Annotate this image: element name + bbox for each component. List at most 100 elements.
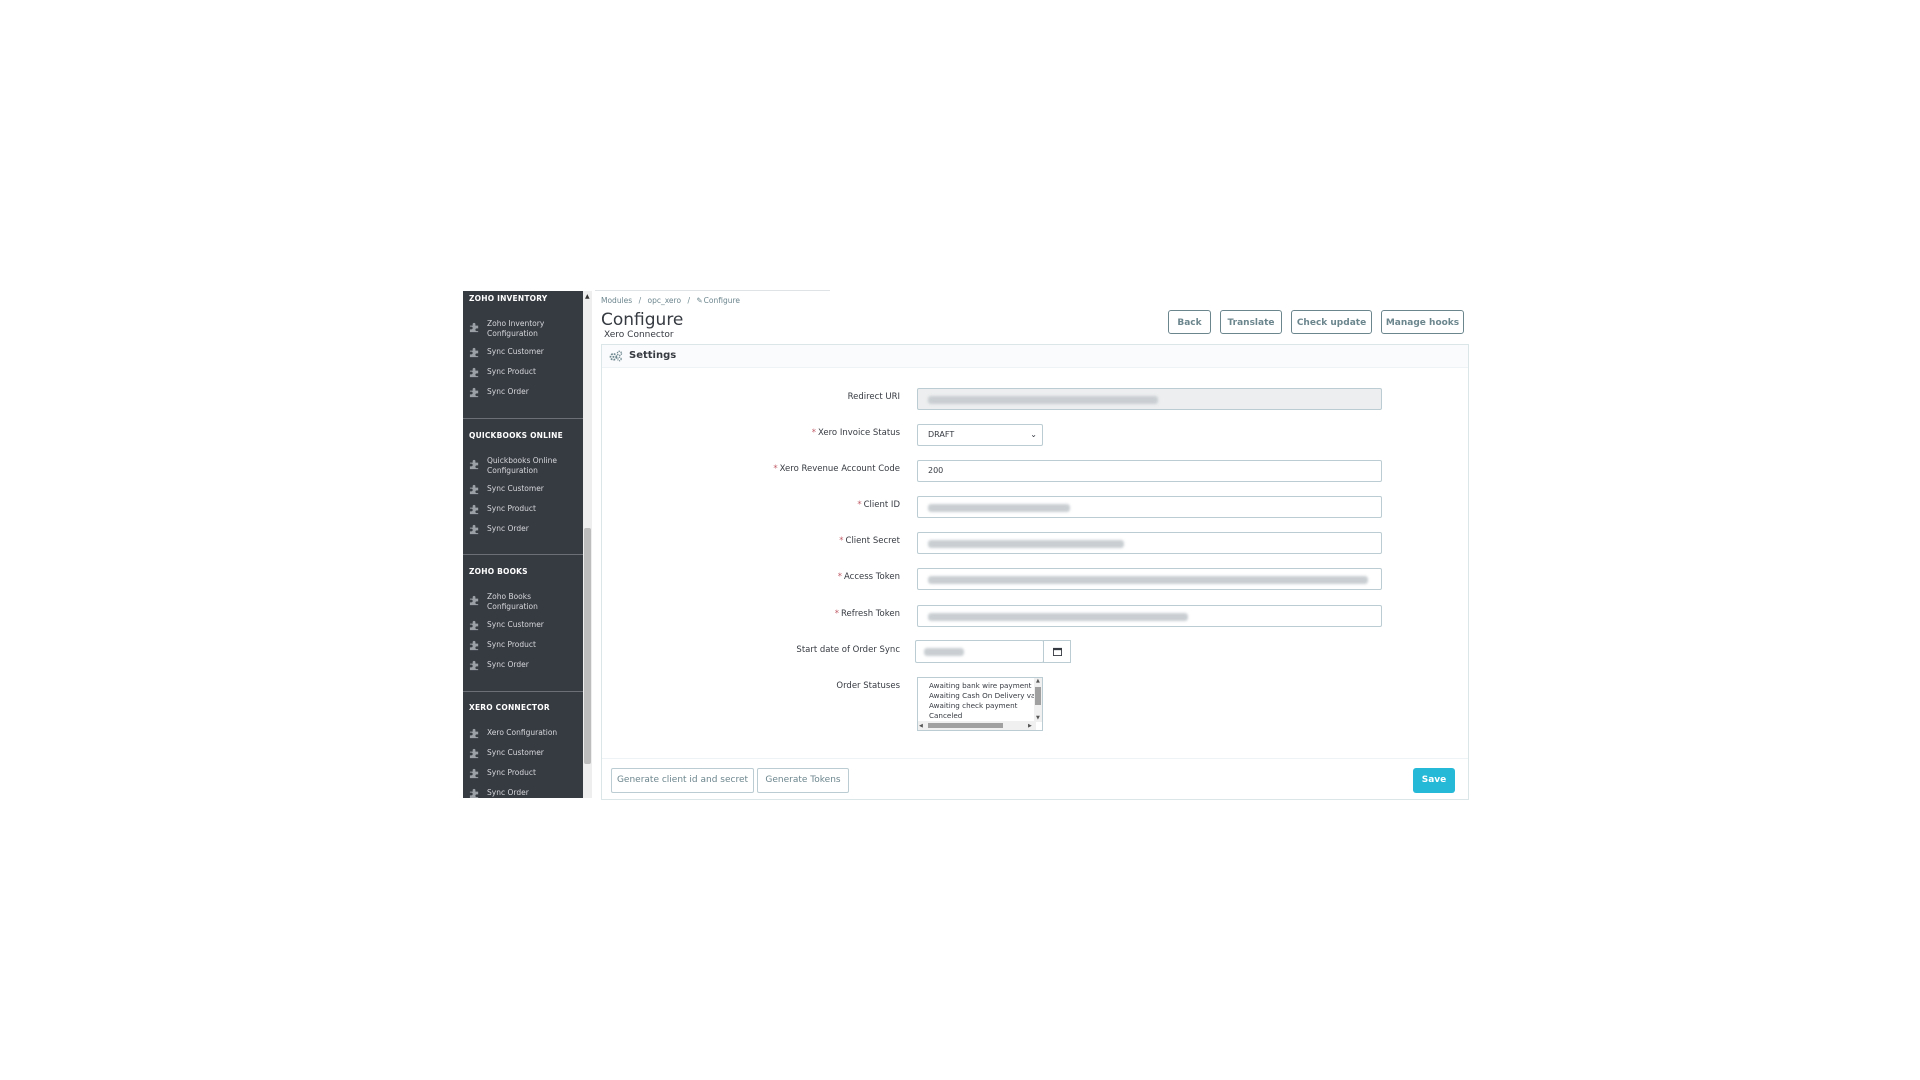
sidebar-item-sync-product[interactable]: Sync Product	[463, 367, 583, 387]
calendar-button[interactable]	[1043, 640, 1071, 663]
breadcrumb-separator: /	[638, 296, 642, 305]
scroll-down-icon[interactable]: ▼	[1036, 715, 1040, 721]
sidebar-item-label: Sync Order	[487, 387, 529, 396]
save-button[interactable]: Save	[1413, 768, 1455, 793]
refresh-token-label: * Refresh Token	[700, 609, 900, 619]
sidebar-item-quickbooks-online-configuration[interactable]: Quickbooks Online Configuration	[463, 456, 583, 476]
required-mark: *	[773, 464, 778, 474]
sidebar-section-title: XERO CONNECTOR	[469, 703, 550, 712]
refresh-token-input[interactable]	[917, 605, 1382, 627]
sidebar-item-sync-product[interactable]: Sync Product	[463, 768, 583, 788]
sidebar-item-zoho-inventory-configuration[interactable]: Zoho Inventory Configuration	[463, 319, 583, 339]
panel-header: Settings	[602, 345, 1468, 368]
sidebar-item-sync-customer[interactable]: Sync Customer	[463, 347, 583, 367]
puzzle-icon	[469, 788, 479, 798]
label-text: Client ID	[863, 500, 900, 510]
chevron-down-icon: ⌄	[1030, 430, 1037, 439]
sidebar-item-sync-order[interactable]: Sync Order	[463, 788, 583, 798]
sidebar-item-label: Zoho Books Configuration	[487, 592, 538, 611]
puzzle-icon	[469, 347, 479, 358]
sidebar-item-label: Sync Customer	[487, 748, 544, 757]
access-token-label: * Access Token	[700, 572, 900, 582]
sidebar-item-sync-order[interactable]: Sync Order	[463, 660, 583, 680]
sidebar-divider	[463, 691, 583, 692]
breadcrumb-modules[interactable]: Modules	[601, 296, 632, 305]
start-date-input[interactable]	[915, 640, 1044, 663]
scroll-up-icon[interactable]: ▲	[1036, 678, 1040, 684]
puzzle-icon	[469, 322, 479, 333]
access-token-input[interactable]	[917, 568, 1382, 590]
revenue-account-input[interactable]: 200	[917, 460, 1382, 482]
redacted-value	[928, 540, 1124, 548]
sidebar-scrollbar-thumb[interactable]	[584, 528, 591, 764]
puzzle-icon	[469, 728, 479, 739]
redacted-value	[928, 576, 1368, 584]
sidebar-item-label: Sync Customer	[487, 347, 544, 356]
client-secret-label: * Client Secret	[700, 536, 900, 546]
sidebar-item-sync-product[interactable]: Sync Product	[463, 504, 583, 524]
calendar-icon	[1053, 647, 1062, 656]
label-text: Client Secret	[845, 536, 900, 546]
puzzle-icon	[469, 387, 479, 398]
client-secret-input[interactable]	[917, 532, 1382, 554]
sidebar-item-label: Sync Customer	[487, 620, 544, 629]
order-statuses-multiselect[interactable]: Awaiting bank wire payment Awaiting Cash…	[917, 677, 1043, 731]
input-value: 200	[928, 466, 944, 475]
sidebar-item-sync-order[interactable]: Sync Order	[463, 524, 583, 544]
translate-button[interactable]: Translate	[1220, 310, 1282, 334]
scroll-left-icon[interactable]: ◀	[919, 723, 923, 729]
sidebar-section-zoho-inventory: ZOHO INVENTORY	[463, 293, 583, 305]
sidebar-divider	[463, 554, 583, 555]
panel-footer-divider	[602, 758, 1468, 759]
puzzle-icon	[469, 768, 479, 779]
label-text: Refresh Token	[841, 609, 900, 619]
select-value: DRAFT	[928, 430, 955, 439]
breadcrumb: Modules / opc_xero / ✎Configure	[601, 296, 744, 305]
sidebar-item-zoho-books-configuration[interactable]: Zoho Books Configuration	[463, 592, 583, 612]
sidebar-item-xero-configuration[interactable]: Xero Configuration	[463, 728, 583, 748]
required-mark: *	[834, 609, 839, 619]
scrollbar-thumb[interactable]	[1035, 687, 1041, 705]
scroll-right-icon[interactable]: ▶	[1028, 723, 1032, 729]
redirect-uri-field	[917, 388, 1382, 410]
generate-tokens-button[interactable]: Generate Tokens	[757, 768, 849, 793]
required-mark: *	[837, 572, 842, 582]
sidebar-section-title: QUICKBOOKS ONLINE	[469, 431, 563, 440]
sidebar-item-sync-customer[interactable]: Sync Customer	[463, 484, 583, 504]
manage-hooks-button[interactable]: Manage hooks	[1381, 310, 1464, 334]
scrollbar-thumb[interactable]	[928, 723, 1003, 728]
required-mark: *	[857, 500, 862, 510]
puzzle-icon	[469, 595, 479, 606]
sidebar: ZOHO INVENTORY Zoho Inventory Configurat…	[463, 291, 583, 798]
order-status-option[interactable]: Awaiting check payment	[929, 701, 1017, 710]
sidebar-scrollbar[interactable]: ▲	[583, 291, 592, 798]
sidebar-section-quickbooks-online: QUICKBOOKS ONLINE	[463, 430, 583, 442]
client-id-label: * Client ID	[700, 500, 900, 510]
redacted-value	[924, 648, 964, 656]
sidebar-item-sync-customer[interactable]: Sync Customer	[463, 748, 583, 768]
multiselect-horizontal-scrollbar[interactable]: ◀ ▶	[918, 721, 1036, 730]
client-id-input[interactable]	[917, 496, 1382, 518]
required-mark: *	[839, 536, 844, 546]
sidebar-item-sync-order[interactable]: Sync Order	[463, 387, 583, 407]
back-button[interactable]: Back	[1168, 310, 1211, 334]
invoice-status-select[interactable]: DRAFT ⌄	[917, 424, 1043, 446]
sidebar-item-sync-customer[interactable]: Sync Customer	[463, 620, 583, 640]
generate-client-id-secret-button[interactable]: Generate client id and secret	[611, 768, 754, 793]
order-status-option[interactable]: Awaiting Cash On Delivery validation	[929, 691, 1042, 700]
sidebar-item-sync-product[interactable]: Sync Product	[463, 640, 583, 660]
breadcrumb-opc-xero[interactable]: opc_xero	[648, 296, 682, 305]
redacted-value	[928, 396, 1158, 404]
check-update-button[interactable]: Check update	[1291, 310, 1372, 334]
order-status-option[interactable]: Awaiting bank wire payment	[929, 681, 1032, 690]
sidebar-item-label: Sync Product	[487, 367, 536, 376]
sidebar-section-zoho-books: ZOHO BOOKS	[463, 566, 583, 578]
scroll-up-icon[interactable]: ▲	[585, 293, 590, 300]
sidebar-item-label: Sync Customer	[487, 484, 544, 493]
order-status-option[interactable]: Canceled	[929, 711, 962, 720]
panel-title: Settings	[629, 350, 677, 361]
sidebar-item-label: Sync Order	[487, 660, 529, 669]
start-date-label: Start date of Order Sync	[700, 645, 900, 655]
sidebar-item-label: Sync Product	[487, 640, 536, 649]
multiselect-vertical-scrollbar[interactable]: ▲ ▼	[1034, 678, 1042, 722]
